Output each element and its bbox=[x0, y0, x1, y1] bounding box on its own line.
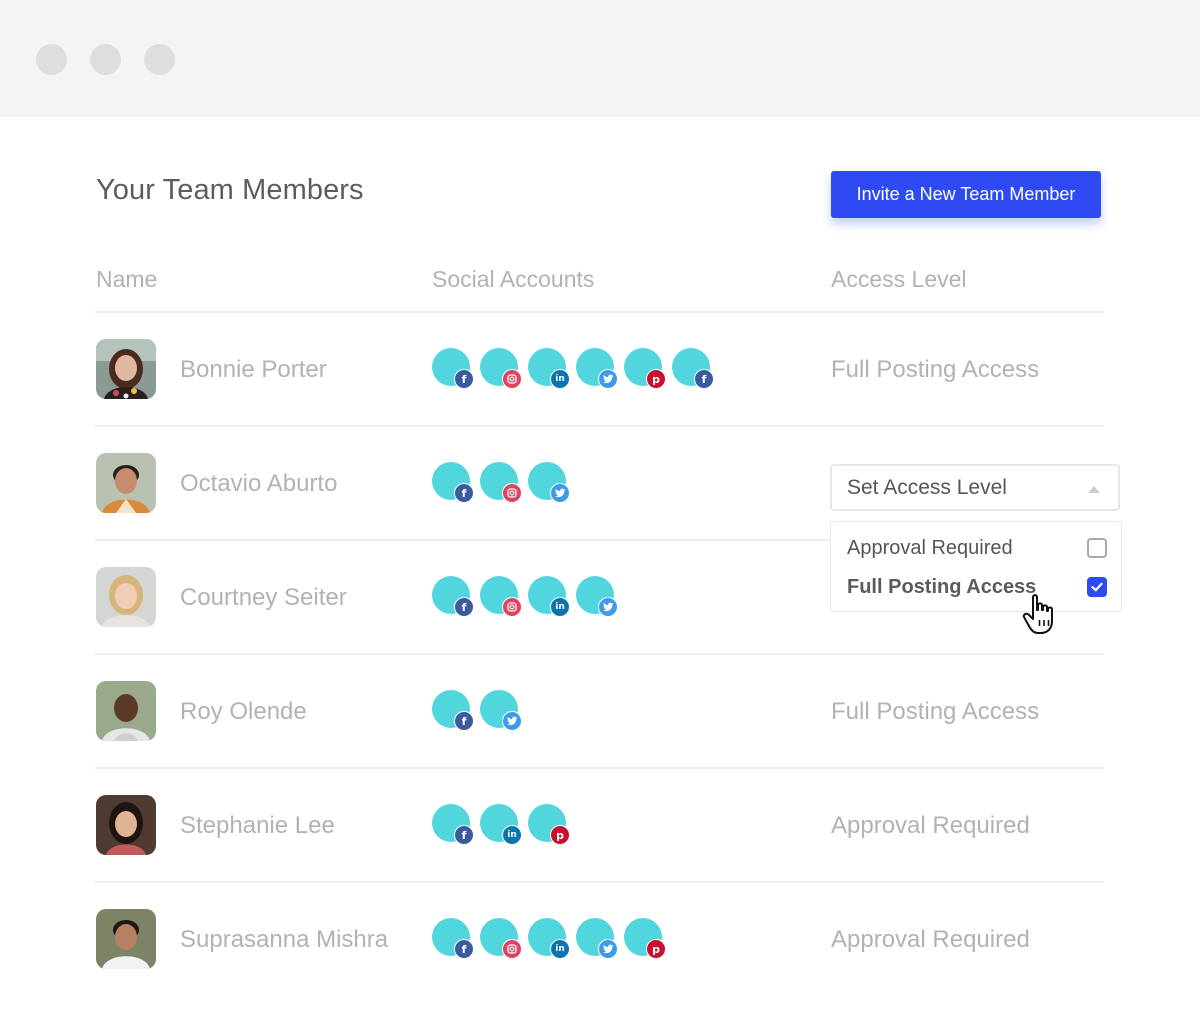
twitter-icon bbox=[598, 369, 618, 389]
row-divider bbox=[95, 881, 1104, 883]
avatar bbox=[96, 567, 156, 627]
social-account[interactable] bbox=[576, 576, 618, 617]
facebook-icon: f bbox=[454, 939, 474, 959]
social-account[interactable]: f bbox=[432, 576, 474, 617]
avatar bbox=[96, 453, 156, 513]
approval-required-checkbox[interactable] bbox=[1087, 538, 1107, 558]
instagram-icon bbox=[502, 597, 522, 617]
pinterest-icon: p bbox=[646, 939, 666, 959]
pinterest-icon: p bbox=[550, 825, 570, 845]
option-label: Full Posting Access bbox=[847, 576, 1037, 598]
member-name: Courtney Seiter bbox=[180, 584, 347, 611]
chevron-up-icon bbox=[1088, 486, 1100, 493]
social-account[interactable]: p bbox=[624, 348, 666, 389]
row-divider bbox=[95, 425, 1104, 427]
access-level-select-label: Set Access Level bbox=[847, 476, 1007, 499]
social-account[interactable] bbox=[480, 348, 522, 389]
avatar bbox=[96, 795, 156, 855]
facebook-icon: f bbox=[454, 825, 474, 845]
access-level[interactable]: Full Posting Access bbox=[831, 698, 1039, 726]
option-label: Approval Required bbox=[847, 537, 1013, 559]
access-level[interactable]: Approval Required bbox=[831, 812, 1030, 840]
social-account[interactable]: f bbox=[432, 690, 474, 731]
row-divider bbox=[95, 767, 1104, 769]
member-name: Stephanie Lee bbox=[180, 812, 335, 839]
social-account[interactable]: f bbox=[672, 348, 714, 389]
member-name: Octavio Aburto bbox=[180, 470, 338, 497]
instagram-icon bbox=[502, 939, 522, 959]
linkedin-icon: in bbox=[550, 369, 570, 389]
twitter-icon bbox=[502, 711, 522, 731]
social-account[interactable] bbox=[576, 918, 618, 959]
invite-team-member-button[interactable]: Invite a New Team Member bbox=[831, 171, 1101, 218]
check-icon bbox=[1091, 582, 1103, 592]
facebook-icon: f bbox=[694, 369, 714, 389]
linkedin-icon: in bbox=[502, 825, 522, 845]
row-divider bbox=[95, 653, 1104, 655]
social-account[interactable]: in bbox=[528, 576, 570, 617]
twitter-icon bbox=[598, 939, 618, 959]
social-account[interactable]: p bbox=[624, 918, 666, 959]
column-header-name: Name bbox=[96, 266, 158, 292]
twitter-icon bbox=[550, 483, 570, 503]
member-name: Suprasanna Mishra bbox=[180, 926, 389, 953]
window-minimize-dot[interactable] bbox=[90, 44, 121, 75]
facebook-icon: f bbox=[454, 597, 474, 617]
member-name: Roy Olende bbox=[180, 698, 307, 725]
access-level[interactable]: Full Posting Access bbox=[831, 356, 1039, 384]
access-level[interactable]: Approval Required bbox=[831, 926, 1030, 954]
member-name: Bonnie Porter bbox=[180, 356, 327, 383]
instagram-icon bbox=[502, 369, 522, 389]
avatar bbox=[96, 681, 156, 741]
social-account[interactable]: f bbox=[432, 918, 474, 959]
facebook-icon: f bbox=[454, 711, 474, 731]
social-account[interactable]: f bbox=[432, 348, 474, 389]
window-maximize-dot[interactable] bbox=[144, 44, 175, 75]
social-account[interactable]: in bbox=[528, 348, 570, 389]
social-account[interactable] bbox=[480, 576, 522, 617]
social-account[interactable]: f bbox=[432, 804, 474, 845]
linkedin-icon: in bbox=[550, 597, 570, 617]
social-account[interactable] bbox=[480, 690, 522, 731]
pinterest-icon: p bbox=[646, 369, 666, 389]
column-header-access-level: Access Level bbox=[831, 266, 967, 292]
window-close-dot[interactable] bbox=[36, 44, 67, 75]
social-account[interactable] bbox=[480, 918, 522, 959]
instagram-icon bbox=[502, 483, 522, 503]
social-account[interactable] bbox=[528, 462, 570, 503]
avatar bbox=[96, 339, 156, 399]
access-level-dropdown: Approval Required Full Posting Access bbox=[830, 521, 1122, 612]
column-header-social-accounts: Social Accounts bbox=[432, 266, 595, 292]
social-account[interactable]: in bbox=[480, 804, 522, 845]
header-divider bbox=[95, 311, 1104, 313]
social-account[interactable] bbox=[480, 462, 522, 503]
facebook-icon: f bbox=[454, 483, 474, 503]
social-account[interactable] bbox=[576, 348, 618, 389]
full-posting-access-checkbox[interactable] bbox=[1087, 577, 1107, 597]
avatar bbox=[96, 909, 156, 969]
linkedin-icon: in bbox=[550, 939, 570, 959]
page-title: Your Team Members bbox=[96, 174, 364, 206]
social-account[interactable]: f bbox=[432, 462, 474, 503]
social-account[interactable]: in bbox=[528, 918, 570, 959]
hand-pointer-icon bbox=[1022, 594, 1053, 634]
access-level-select[interactable]: Set Access Level bbox=[830, 464, 1120, 511]
social-account[interactable]: p bbox=[528, 804, 570, 845]
facebook-icon: f bbox=[454, 369, 474, 389]
window-titlebar bbox=[0, 0, 1200, 117]
twitter-icon bbox=[598, 597, 618, 617]
